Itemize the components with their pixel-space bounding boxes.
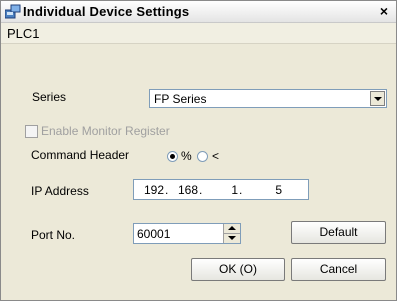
ip-octet-4[interactable]: 5	[254, 183, 282, 197]
device-name-bar: PLC1	[1, 23, 396, 44]
ip-separator: .	[239, 183, 243, 197]
series-selected-value: FP Series	[154, 92, 207, 106]
spinner-up-icon[interactable]	[224, 224, 240, 234]
device-name: PLC1	[7, 26, 40, 41]
ip-octet-2[interactable]: 168	[170, 183, 198, 197]
command-header-lt-radio[interactable]	[197, 151, 208, 162]
command-header-label: Command Header	[31, 148, 130, 162]
cancel-button[interactable]: Cancel	[291, 258, 386, 281]
title-bar: Individual Device Settings ×	[1, 1, 396, 23]
ip-separator: .	[199, 183, 203, 197]
ip-octet-1[interactable]: 192	[136, 183, 164, 197]
command-header-percent-label: %	[181, 149, 192, 163]
ip-address-label: IP Address	[31, 184, 89, 198]
port-spinner[interactable]	[223, 224, 240, 243]
chevron-down-icon[interactable]	[370, 91, 385, 106]
default-button[interactable]: Default	[291, 221, 386, 244]
command-header-percent-radio[interactable]	[167, 151, 178, 162]
port-number-stepper[interactable]: 60001	[133, 223, 241, 244]
spinner-down-icon[interactable]	[224, 234, 240, 243]
port-number-label: Port No.	[31, 228, 76, 242]
ip-address-field[interactable]: 192 . 168 . 1 . 5	[133, 179, 309, 200]
ip-separator: .	[165, 183, 169, 197]
ok-button[interactable]: OK (O)	[191, 258, 285, 281]
command-header-lt-label: <	[212, 149, 220, 163]
device-settings-icon	[4, 4, 21, 19]
close-icon[interactable]: ×	[376, 3, 392, 19]
ip-octet-3[interactable]: 1	[210, 183, 238, 197]
enable-monitor-register-label: Enable Monitor Register	[41, 124, 170, 138]
series-label: Series	[32, 90, 67, 104]
individual-device-settings-dialog: Individual Device Settings × PLC1 Series…	[0, 0, 397, 301]
series-select[interactable]: FP Series	[149, 89, 387, 108]
port-number-value[interactable]: 60001	[137, 227, 170, 241]
window-title: Individual Device Settings	[23, 4, 190, 19]
enable-monitor-register-checkbox[interactable]	[25, 125, 38, 138]
